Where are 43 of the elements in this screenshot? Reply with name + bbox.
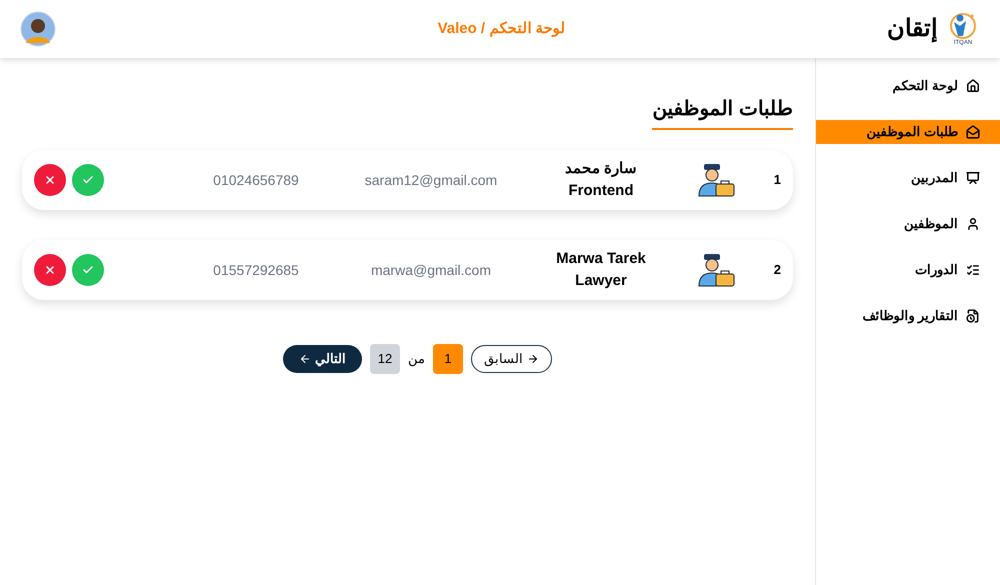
employee-role: Lawyer <box>575 271 627 291</box>
envelope-icon <box>966 125 980 139</box>
arrow-right-icon <box>527 353 539 365</box>
checklist-icon <box>966 263 980 277</box>
previous-button[interactable]: السابق <box>471 345 552 373</box>
sidebar-item[interactable]: طلبات الموظفين <box>816 120 1000 144</box>
sidebar-item[interactable]: التقارير والوظائف <box>816 304 1000 328</box>
sidebar-item[interactable]: المدربين <box>816 166 1000 190</box>
accept-button[interactable] <box>72 164 104 196</box>
total-pages: 12 <box>370 344 400 374</box>
employee-email: saram12@gmail.com <box>364 170 498 190</box>
arrow-left-icon <box>299 353 311 365</box>
of-label: من <box>408 350 425 368</box>
close-icon <box>44 174 56 186</box>
reject-button[interactable] <box>34 164 66 196</box>
avatar[interactable] <box>20 11 56 47</box>
row-number: 2 <box>772 261 781 280</box>
next-button[interactable]: التالي <box>283 345 362 373</box>
employee-name: Marwa Tarek <box>556 248 646 268</box>
brand-name: إتقان <box>887 14 938 44</box>
row-number: 1 <box>772 171 781 190</box>
user-icon <box>966 217 980 231</box>
page-header-title: لوحة التحكم / Valeo <box>438 18 566 39</box>
page-title: طلبات الموظفين <box>652 94 793 130</box>
reject-button[interactable] <box>34 254 66 286</box>
employee-phone: 01024656789 <box>212 170 300 190</box>
current-page: 1 <box>433 344 463 374</box>
check-icon <box>82 264 94 276</box>
worker-with-briefcase-icon <box>696 162 736 198</box>
sidebar-item[interactable]: لوحة التحكم <box>816 74 1000 98</box>
presentation-icon <box>966 171 980 185</box>
check-icon <box>82 174 94 186</box>
worker-with-briefcase-icon <box>696 252 736 288</box>
accept-button[interactable] <box>72 254 104 286</box>
sidebar-item[interactable]: الموظفين <box>816 212 1000 236</box>
close-icon <box>44 264 56 276</box>
employee-phone: 01557292685 <box>212 260 300 280</box>
home-icon <box>966 79 980 93</box>
document-icon <box>966 309 980 323</box>
employee-email: marwa@gmail.com <box>370 260 492 280</box>
sidebar-item[interactable]: الدورات <box>816 258 1000 282</box>
employee-name: سارة محمد <box>564 158 638 179</box>
employee-role: Frontend <box>568 181 634 201</box>
